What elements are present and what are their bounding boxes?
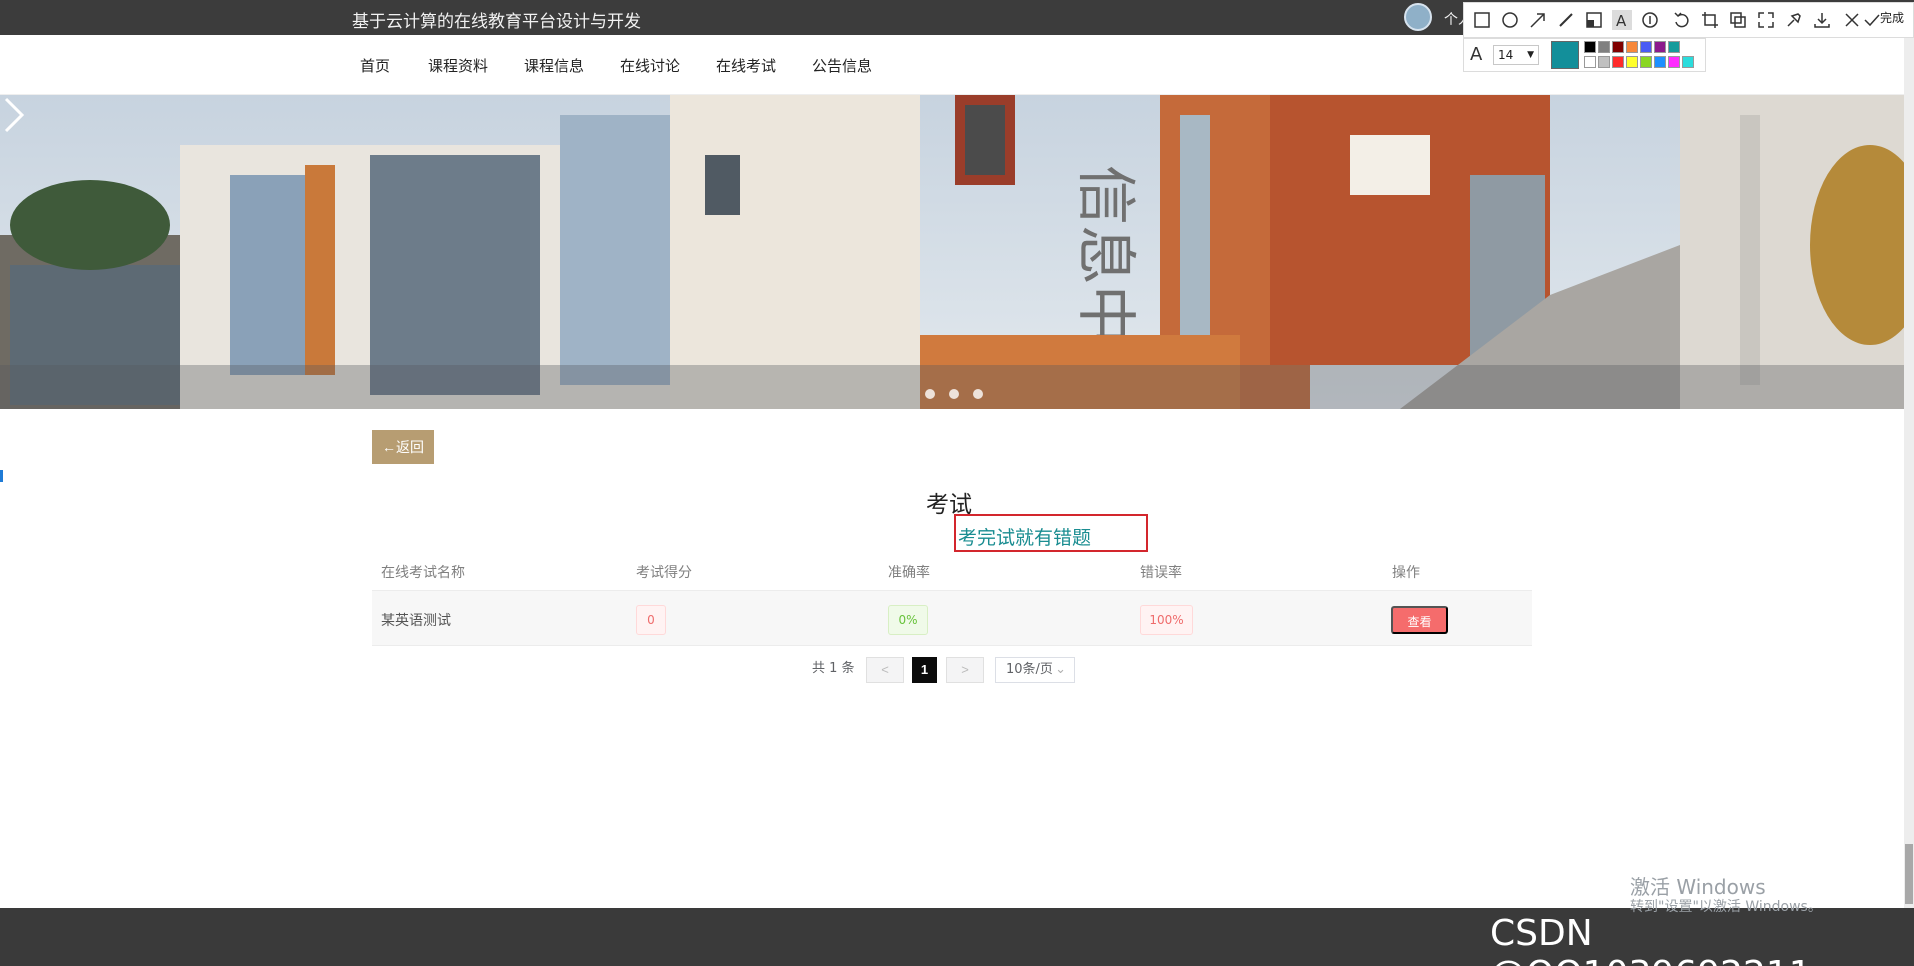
caret-down-icon: ▼ xyxy=(1527,46,1534,64)
edge-marker xyxy=(0,470,3,482)
check-icon[interactable] xyxy=(1862,10,1882,30)
pencil-icon[interactable] xyxy=(1556,10,1576,30)
accuracy-tag: 0% xyxy=(888,605,928,635)
color-swatch[interactable] xyxy=(1682,56,1694,68)
col-exam-name: 在线考试名称 xyxy=(381,562,465,582)
rectangle-icon[interactable] xyxy=(1472,10,1492,30)
site-title: 基于云计算的在线教育平台设计与开发 xyxy=(352,7,641,32)
color-swatch[interactable] xyxy=(1612,56,1624,68)
color-swatch[interactable] xyxy=(1640,41,1652,53)
color-swatch[interactable] xyxy=(1612,41,1624,53)
svg-text:A: A xyxy=(1616,12,1627,30)
annotation-text: 考完试就有错题 xyxy=(958,523,1091,550)
exam-name-cell: 某英语测试 xyxy=(381,610,451,630)
annotation-toolbar: A xyxy=(1463,2,1914,38)
color-swatch[interactable] xyxy=(1626,56,1638,68)
nav-home[interactable]: 首页 xyxy=(360,55,390,76)
text-icon[interactable]: A xyxy=(1612,10,1632,30)
download-icon[interactable] xyxy=(1812,10,1832,30)
scrollbar-thumb[interactable] xyxy=(1905,844,1913,904)
col-action: 操作 xyxy=(1392,562,1420,582)
error-rate-tag: 100% xyxy=(1140,605,1193,635)
done-button[interactable]: 完成 xyxy=(1880,9,1904,26)
carousel-dot[interactable] xyxy=(925,389,935,399)
nav-course-info[interactable]: 课程信息 xyxy=(524,55,584,76)
building-illustration: 信息中心 xyxy=(0,95,1904,409)
view-button[interactable]: 查看 xyxy=(1391,606,1448,634)
chevron-down-icon: ⌄ xyxy=(1055,658,1066,682)
col-error-rate: 错误率 xyxy=(1140,562,1182,582)
nav-online-exam[interactable]: 在线考试 xyxy=(716,55,776,76)
color-swatch[interactable] xyxy=(1668,41,1680,53)
banner-carousel: 信息中心 xyxy=(0,95,1904,409)
color-swatch[interactable] xyxy=(1654,56,1666,68)
nav-course-materials[interactable]: 课程资料 xyxy=(428,55,488,76)
color-swatch[interactable] xyxy=(1584,56,1596,68)
ellipse-icon[interactable] xyxy=(1500,10,1520,30)
copy-icon[interactable] xyxy=(1728,10,1748,30)
close-icon[interactable] xyxy=(1842,10,1862,30)
prev-page-button[interactable]: < xyxy=(866,657,904,683)
font-size-select[interactable]: 14 ▼ xyxy=(1493,45,1539,65)
page-size-select[interactable]: 10条/页 ⌄ xyxy=(995,657,1075,683)
csdn-watermark: CSDN @QQ1039692211 xyxy=(1490,913,1914,966)
chevron-right-icon[interactable] xyxy=(0,95,28,135)
carousel-dots xyxy=(925,384,992,403)
table-header: 在线考试名称 考试得分 准确率 错误率 操作 xyxy=(372,552,1532,590)
page-size-value: 10条/页 xyxy=(1006,662,1053,677)
color-swatch[interactable] xyxy=(1584,41,1596,53)
carousel-dot[interactable] xyxy=(973,389,983,399)
color-swatch[interactable] xyxy=(1598,56,1610,68)
scrollbar[interactable] xyxy=(1904,35,1914,908)
table-row: 某英语测试 0 0% 100% 查看 xyxy=(372,590,1532,646)
col-accuracy: 准确率 xyxy=(888,562,930,582)
color-swatch[interactable] xyxy=(1598,41,1610,53)
pagination-total: 共 1 条 xyxy=(812,657,855,683)
color-swatch[interactable] xyxy=(1668,56,1680,68)
page-number-1[interactable]: 1 xyxy=(912,657,937,683)
col-score: 考试得分 xyxy=(636,562,692,582)
back-button[interactable]: ←返回 xyxy=(372,430,434,464)
color-swatch[interactable] xyxy=(1626,41,1638,53)
nav-announcements[interactable]: 公告信息 xyxy=(812,55,872,76)
score-tag: 0 xyxy=(636,605,666,635)
undo-icon[interactable] xyxy=(1672,10,1692,30)
mosaic-icon[interactable] xyxy=(1584,10,1604,30)
arrow-icon[interactable] xyxy=(1528,10,1548,30)
nav-discussion[interactable]: 在线讨论 xyxy=(620,55,680,76)
current-color-swatch[interactable] xyxy=(1551,41,1579,69)
carousel-dot[interactable] xyxy=(949,389,959,399)
color-swatch[interactable] xyxy=(1654,41,1666,53)
fullscreen-icon[interactable] xyxy=(1756,10,1776,30)
font-icon: A xyxy=(1470,44,1482,65)
avatar[interactable] xyxy=(1404,3,1432,31)
next-page-button[interactable]: > xyxy=(946,657,984,683)
crop-icon[interactable] xyxy=(1700,10,1720,30)
font-size-value: 14 xyxy=(1498,48,1513,62)
pin-icon[interactable] xyxy=(1784,10,1804,30)
number-icon[interactable] xyxy=(1640,10,1660,30)
color-swatch[interactable] xyxy=(1640,56,1652,68)
